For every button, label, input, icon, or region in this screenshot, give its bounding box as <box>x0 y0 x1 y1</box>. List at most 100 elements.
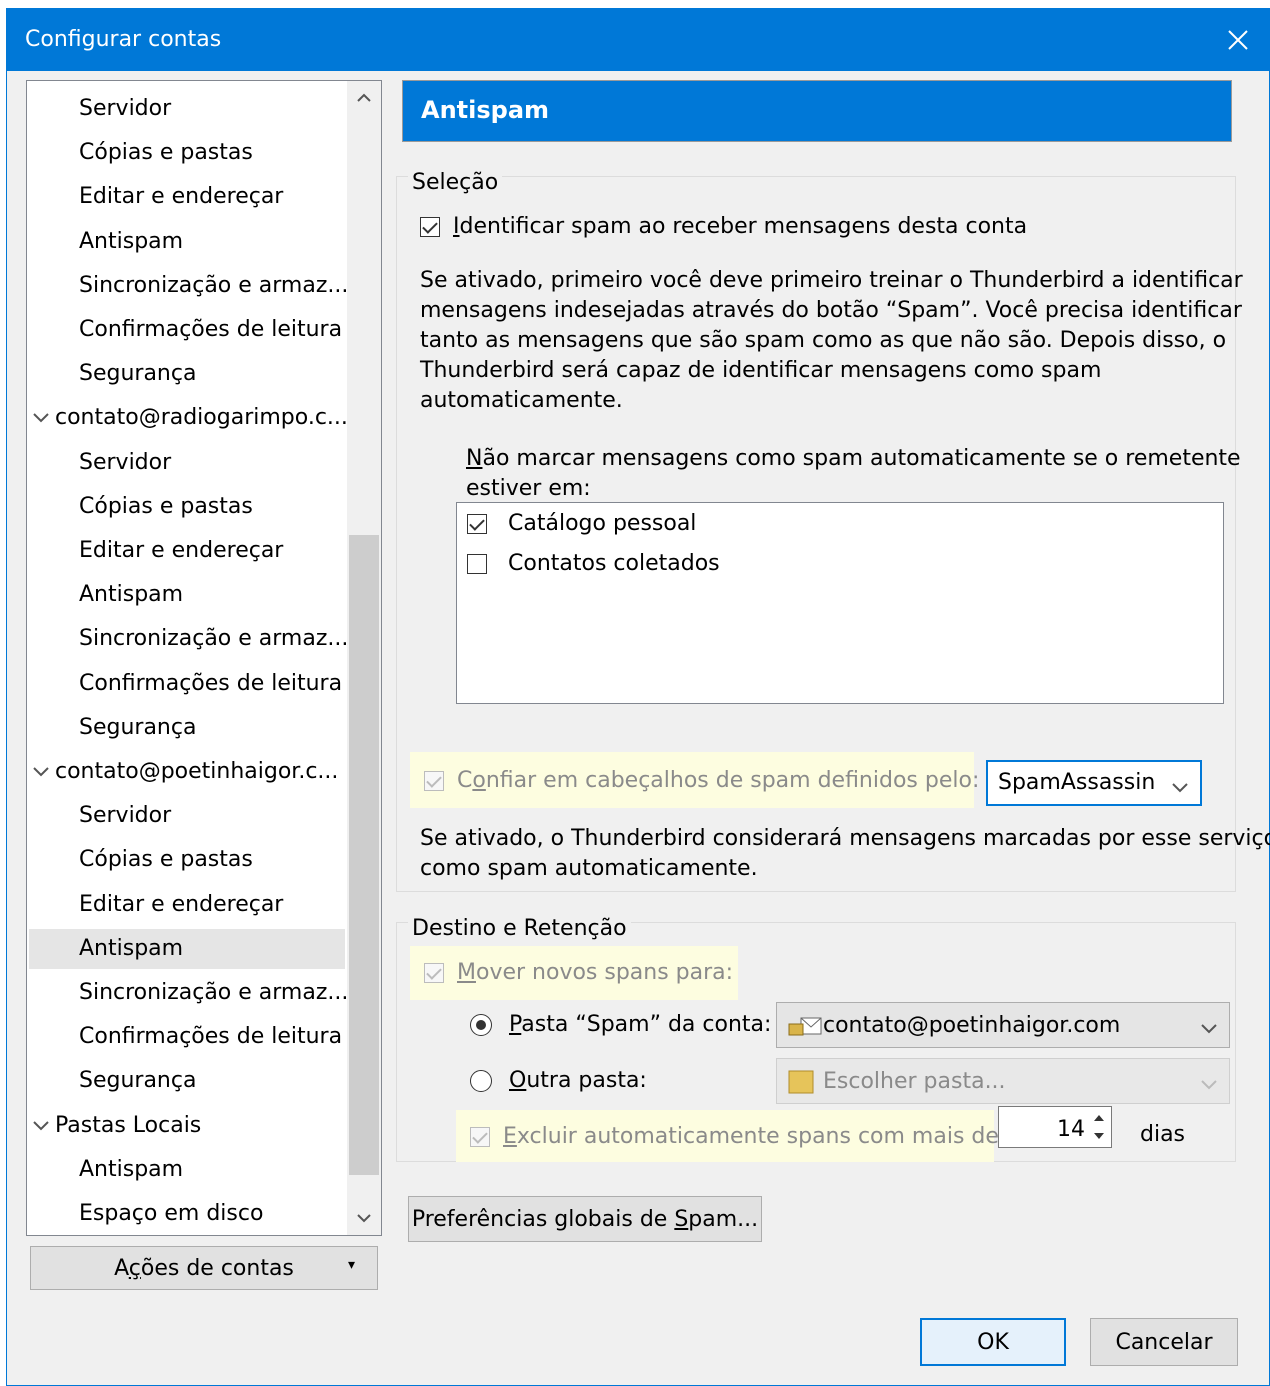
tree-subitem[interactable]: Servidor <box>29 796 345 836</box>
tree-subitem[interactable]: Editar e endereçar <box>29 885 345 925</box>
other-folder-select[interactable]: Escolher pasta... <box>776 1058 1230 1104</box>
identify-spam-checkbox[interactable] <box>420 217 440 237</box>
tree-item-label: contato@poetinhaigor.c... <box>55 759 339 784</box>
tree-subitem[interactable]: Segurança <box>29 354 345 394</box>
tree-subitem[interactable]: Servidor <box>29 443 345 483</box>
move-spam-checkbox[interactable] <box>424 963 444 983</box>
tree-item-label: contato@radiogarimpo.c... <box>55 405 348 431</box>
chevron-down-icon <box>1201 1015 1217 1040</box>
tree-subitem[interactable]: Sincronização e armaz... <box>29 973 348 1013</box>
spam-service-value: SpamAssassin <box>998 770 1156 795</box>
tree-subitem[interactable]: Segurança <box>29 1061 345 1101</box>
whitelist-listbox[interactable]: Catálogo pessoal Contatos coletados <box>456 502 1224 704</box>
tree-item-label: Servidor <box>79 96 172 121</box>
whitelist-item[interactable]: Contatos coletados <box>467 551 720 576</box>
tree-subitem[interactable]: Segurança <box>29 708 345 748</box>
trust-headers-checkbox[interactable] <box>424 771 444 791</box>
tree-subitem[interactable]: Antispam <box>29 575 345 615</box>
tree-subitem[interactable]: Sincronização e armaz... <box>29 266 348 306</box>
title-bar: Configurar contas <box>7 9 1269 71</box>
purge-checkbox[interactable] <box>470 1127 490 1147</box>
account-tree[interactable]: Servidor Cópias e pastas Editar e endereça… <box>26 80 382 1236</box>
destination-legend: Destino e Retenção <box>408 916 631 941</box>
tree-item-label: Editar e endereçar <box>79 538 284 563</box>
cancel-button[interactable]: Cancelar <box>1090 1318 1238 1366</box>
trust-note-line: como spam automaticamente. <box>420 856 758 881</box>
tree-subitem[interactable]: Confirmações de leitura <box>29 310 345 350</box>
other-folder-label: Outra pasta: <box>509 1068 647 1093</box>
whitelist-item[interactable]: Catálogo pessoal <box>467 511 696 536</box>
other-folder-radio-row[interactable]: Outra pasta: <box>470 1068 647 1093</box>
tree-account-item[interactable]: Pastas Locais <box>29 1106 345 1146</box>
scroll-up-icon[interactable] <box>347 81 381 115</box>
tree-account-item[interactable]: contato@radiogarimpo.c... <box>29 398 348 438</box>
tree-item-label: Cópias e pastas <box>79 847 253 873</box>
tree-item-label: Espaço em disco <box>79 1201 264 1226</box>
description-line: Thunderbird será capaz de identificar me… <box>420 358 1102 383</box>
account-folder-radio-row[interactable]: Pasta “Spam” da conta: <box>470 1012 771 1037</box>
description-line: Se ativado, primeiro você deve primeiro … <box>420 268 1243 293</box>
tree-item-label: Servidor <box>79 803 172 829</box>
tree-item-label: Segurança <box>79 1068 197 1094</box>
global-spam-preferences-button[interactable]: Preferências globais de Spam... <box>408 1196 762 1242</box>
other-folder-value: Escolher pasta... <box>823 1069 1006 1094</box>
global-spam-preferences-label: Preferências globais de Spam... <box>411 1206 759 1232</box>
purge-row[interactable]: Excluir automaticamente spans com mais d… <box>470 1124 999 1149</box>
tree-subitem[interactable]: Confirmações de leitura <box>29 1017 345 1057</box>
tree-item-label: Servidor <box>79 449 172 475</box>
spin-down-icon[interactable] <box>1089 1127 1109 1145</box>
tree-subitem[interactable]: Espaço em disco <box>29 1194 345 1234</box>
expand-chevron-icon[interactable] <box>33 398 51 438</box>
tree-item-label: Antispam <box>79 582 184 608</box>
tree-subitem[interactable]: Cópias e pastas <box>29 840 345 880</box>
other-folder-radio[interactable] <box>470 1070 492 1092</box>
account-actions-button[interactable]: Ações de contas ▾ <box>30 1246 378 1290</box>
selection-legend: Seleção <box>408 170 503 195</box>
tree-item-label: Confirmações de leitura <box>79 1024 343 1050</box>
ok-button[interactable]: OK <box>920 1318 1066 1366</box>
expand-chevron-icon[interactable] <box>33 1106 51 1146</box>
tree-subitem[interactable]: Antispam <box>29 928 345 969</box>
trust-note-line: Se ativado, o Thunderbird considerará me… <box>420 826 1270 851</box>
whitelist-checkbox[interactable] <box>467 554 487 574</box>
scroll-down-icon[interactable] <box>347 1201 381 1235</box>
identify-spam-checkbox-row[interactable]: Identificar spam ao receber mensagens de… <box>420 214 1027 239</box>
panel-title: Antispam <box>402 80 1232 142</box>
tree-subitem[interactable]: Antispam <box>29 222 345 262</box>
chevron-down-icon <box>1172 774 1188 799</box>
tree-account-item[interactable]: contato@poetinhaigor.c... <box>29 752 345 792</box>
tree-subitem[interactable]: Editar e endereçar <box>29 177 345 217</box>
whitelist-item-label: Catálogo pessoal <box>508 511 697 536</box>
account-folder-select[interactable]: contato@poetinhaigor.com <box>776 1002 1230 1048</box>
tree-subitem[interactable]: Cópias e pastas <box>29 133 345 173</box>
tree-subitem[interactable]: Sincronização e armaz... <box>29 619 348 659</box>
move-spam-row[interactable]: Mover novos spans para: <box>424 960 733 985</box>
tree-item-label: Antispam <box>79 935 184 961</box>
tree-item-label: Cópias e pastas <box>79 140 253 166</box>
tree-item-label: Confirmações de leitura <box>79 670 343 696</box>
account-folder-value: contato@poetinhaigor.com <box>823 1013 1121 1038</box>
tree-subitem[interactable]: Editar e endereçar <box>29 531 345 571</box>
expand-chevron-icon[interactable] <box>33 752 51 792</box>
description-line: tanto as mensagens que são spam como as … <box>420 328 1227 353</box>
purge-days-spinner[interactable]: 14 <box>998 1106 1112 1148</box>
tree-scrollbar[interactable] <box>347 81 381 1235</box>
account-folder-radio[interactable] <box>470 1014 492 1036</box>
move-spam-label: Mover novos spans para: <box>457 960 734 985</box>
tree-subitem[interactable]: Confirmações de leitura <box>29 664 345 704</box>
identify-spam-label: Identificar spam ao receber mensagens de… <box>453 214 1028 239</box>
account-folder-label: Pasta “Spam” da conta: <box>509 1012 772 1037</box>
spam-service-select[interactable]: SpamAssassin <box>986 760 1202 806</box>
spin-up-icon[interactable] <box>1089 1109 1109 1127</box>
whitelist-label: Não marcar mensagens como spam automatic… <box>466 446 1241 501</box>
tree-item-label: Editar e endereçar <box>79 184 284 210</box>
trust-headers-row[interactable]: Confiar em cabeçalhos de spam definidos … <box>424 768 979 793</box>
tree-subitem[interactable]: Servidor <box>29 89 345 129</box>
tree-item-label: Antispam <box>79 228 184 254</box>
tree-item-label: Pastas Locais <box>55 1112 202 1138</box>
tree-subitem[interactable]: Cópias e pastas <box>29 487 345 527</box>
tree-subitem[interactable]: Antispam <box>29 1150 345 1190</box>
scrollbar-thumb[interactable] <box>349 535 379 1175</box>
whitelist-checkbox[interactable] <box>467 514 487 534</box>
close-icon[interactable] <box>1207 9 1269 71</box>
